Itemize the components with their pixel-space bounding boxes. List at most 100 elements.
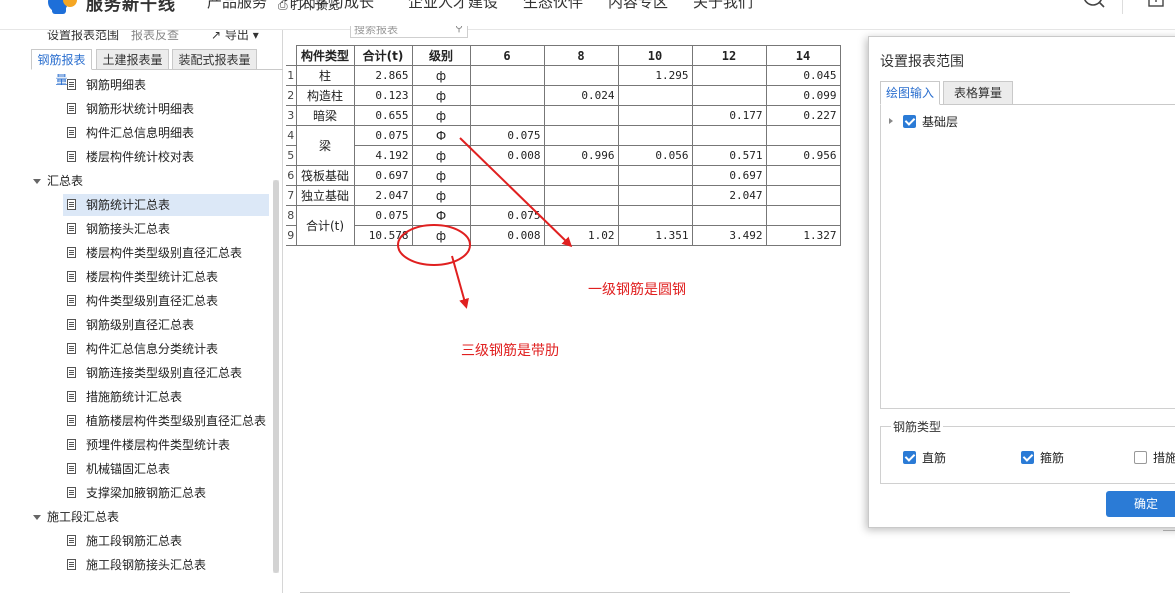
cell-total[interactable]: 10.578 (353, 225, 413, 246)
cell-d10[interactable] (617, 185, 693, 206)
cell-d12[interactable]: 0.177 (691, 105, 767, 126)
cell-d12[interactable] (691, 125, 767, 146)
cell-d8[interactable] (543, 105, 619, 126)
cell-total[interactable]: 0.655 (353, 105, 413, 126)
cell-d10[interactable] (617, 105, 693, 126)
cell-d12[interactable]: 3.492 (691, 225, 767, 246)
tab-table-quantity[interactable]: 表格算量 (943, 81, 1013, 105)
cell-d10[interactable] (617, 165, 693, 186)
table-row[interactable]: 2 构造柱 0.123 ф 0.024 0.099 (286, 85, 841, 106)
user-icon[interactable] (1146, 0, 1166, 10)
cell-d10[interactable] (617, 85, 693, 106)
cell-type[interactable]: 合计(t) (295, 205, 355, 246)
tree-scrollbar-thumb[interactable] (273, 180, 279, 573)
search-icon[interactable] (1082, 0, 1106, 10)
cell-d14[interactable]: 0.045 (765, 65, 841, 86)
cell-grade[interactable]: ф (411, 165, 471, 186)
cell-grade[interactable]: ф (411, 85, 471, 106)
check-measure-bar[interactable]: 措施 (1134, 449, 1175, 466)
cell-d6[interactable]: 0.075 (469, 205, 545, 226)
cell-d12[interactable] (691, 85, 767, 106)
cell-d12[interactable]: 0.571 (691, 145, 767, 166)
cell-total[interactable]: 2.865 (353, 65, 413, 86)
tree-item[interactable]: 构件汇总信息明细表 (67, 122, 194, 144)
cell-total[interactable]: 0.123 (353, 85, 413, 106)
report-search-box[interactable]: 搜索报表 ⚲ (350, 26, 468, 38)
tree-item[interactable]: 楼层构件类型统计汇总表 (67, 266, 218, 288)
tree-item[interactable]: 施工段钢筋汇总表 (67, 530, 182, 552)
tree-item[interactable]: 支撑梁加腋钢筋汇总表 (67, 482, 206, 504)
cell-d6[interactable] (469, 185, 545, 206)
cell-grade[interactable]: ф (411, 105, 471, 126)
brand-name[interactable]: 服务新干线 (86, 0, 176, 15)
cell-d6[interactable] (469, 85, 545, 106)
print-preview-button[interactable]: ⎙ 打印预览 (278, 0, 339, 13)
tree-item[interactable]: 预埋件楼层构件类型统计表 (67, 434, 230, 456)
table-row[interactable]: 3 暗梁 0.655 ф 0.177 0.227 (286, 105, 841, 126)
floor-checkbox[interactable] (903, 115, 916, 128)
cell-type[interactable]: 柱 (295, 65, 355, 86)
cell-type[interactable]: 独立基础 (295, 185, 355, 206)
tab-drawing-input[interactable]: 绘图输入 (880, 81, 940, 105)
tree-item[interactable]: 楼层构件类型级别直径汇总表 (67, 242, 242, 264)
cell-d10[interactable]: 1.295 (617, 65, 693, 86)
cell-d8[interactable] (543, 165, 619, 186)
cell-d6[interactable] (469, 105, 545, 126)
stirrup-checkbox[interactable] (1021, 451, 1034, 464)
cell-d14[interactable]: 0.956 (765, 145, 841, 166)
cell-grade[interactable]: ф (411, 145, 471, 166)
table-row[interactable]: 7 独立基础 2.047 ф 2.047 (286, 185, 841, 206)
cell-d12[interactable]: 2.047 (691, 185, 767, 206)
cell-d14[interactable] (765, 125, 841, 146)
cell-type[interactable]: 筏板基础 (295, 165, 355, 186)
measure-bar-checkbox[interactable] (1134, 451, 1147, 464)
cell-grade[interactable]: ф (411, 185, 471, 206)
nav-content[interactable]: 内容专区 (608, 0, 668, 12)
tab-civil-report[interactable]: 土建报表量 (96, 49, 169, 70)
cell-d6[interactable]: 0.075 (469, 125, 545, 146)
tree-item[interactable]: 钢筋形状统计明细表 (67, 98, 194, 120)
cell-d10[interactable]: 0.056 (617, 145, 693, 166)
cell-d12[interactable] (691, 65, 767, 86)
tree-group-construction-stage[interactable]: 施工段汇总表 (33, 506, 119, 528)
cell-d8[interactable]: 1.02 (543, 225, 619, 246)
chevron-right-icon[interactable] (889, 118, 893, 124)
cell-grade[interactable]: Ф (411, 205, 471, 226)
nav-products[interactable]: 产品服务 (207, 0, 267, 12)
table-row[interactable]: 6 筏板基础 0.697 ф 0.697 (286, 165, 841, 186)
cell-type[interactable]: 构造柱 (295, 85, 355, 106)
cell-d12[interactable]: 0.697 (691, 165, 767, 186)
tree-item[interactable]: 机械锚固汇总表 (67, 458, 170, 480)
cell-type[interactable]: 梁 (295, 125, 355, 166)
tree-item[interactable]: 钢筋级别直径汇总表 (67, 314, 194, 336)
cell-d8[interactable] (543, 205, 619, 226)
cell-total[interactable]: 0.697 (353, 165, 413, 186)
tree-item[interactable]: 施工段钢筋接头汇总表 (67, 554, 206, 576)
tab-rebar-report[interactable]: 钢筋报表量 (31, 49, 92, 87)
tree-item[interactable]: 植筋楼层构件类型级别直径汇总表 (67, 410, 266, 432)
export-button[interactable]: ↗ 导出 ▾ (211, 30, 259, 43)
cell-total[interactable]: 0.075 (353, 205, 413, 226)
cell-total[interactable]: 2.047 (353, 185, 413, 206)
tree-item[interactable]: 楼层构件统计校对表 (67, 146, 194, 168)
nav-about[interactable]: 关于我们 (693, 0, 753, 12)
tree-group-summary[interactable]: 汇总表 (33, 170, 83, 192)
search-input[interactable]: 搜索报表 (354, 26, 398, 37)
search-icon[interactable]: ⚲ (455, 26, 463, 34)
tree-scrollbar[interactable] (273, 180, 279, 573)
table-row[interactable]: 5 4.192 ф 0.008 0.996 0.056 0.571 0.956 (286, 145, 841, 166)
tree-item[interactable]: 构件类型级别直径汇总表 (67, 290, 218, 312)
straight-bar-checkbox[interactable] (903, 451, 916, 464)
check-stirrup[interactable]: 箍筋 (1021, 449, 1064, 466)
cell-d10[interactable] (617, 205, 693, 226)
cell-total[interactable]: 0.075 (353, 125, 413, 146)
cell-d6[interactable]: 0.008 (469, 145, 545, 166)
cell-d6[interactable] (469, 65, 545, 86)
tree-item[interactable]: 钢筋接头汇总表 (67, 218, 170, 240)
nav-ecosystem[interactable]: 生态伙伴 (523, 0, 583, 12)
cell-d6[interactable] (469, 165, 545, 186)
check-straight-bar[interactable]: 直筋 (903, 449, 946, 466)
table-row[interactable]: 8 合计(t) 0.075 Ф 0.075 (286, 205, 841, 246)
cell-d14[interactable]: 0.227 (765, 105, 841, 126)
table-row[interactable]: 9 10.578 ф 0.008 1.02 1.351 3.492 1.327 (286, 225, 841, 246)
